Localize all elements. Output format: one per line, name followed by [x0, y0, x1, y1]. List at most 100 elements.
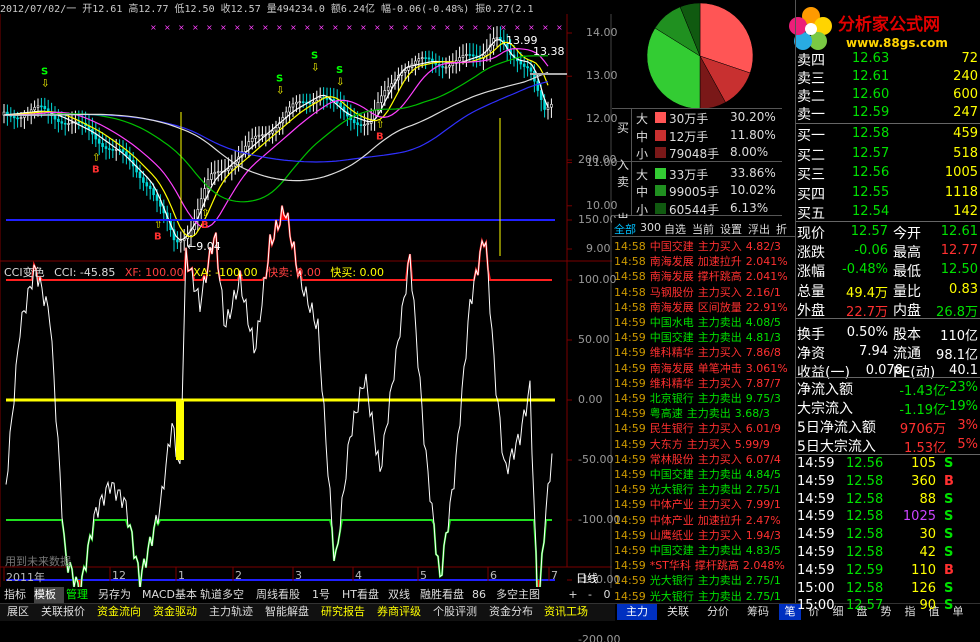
menu-item[interactable]: 资金分布 [484, 604, 538, 620]
radar-tab[interactable]: 当前 [692, 221, 714, 237]
right-panel-tab[interactable]: 主力 [617, 604, 657, 620]
radar-stock-name: 光大银行 [649, 574, 694, 588]
radar-signal-value: 2.041% [745, 255, 788, 269]
radar-row[interactable]: 14:59 北京银行 主力卖出 9.75/3 [614, 390, 795, 405]
radar-signal-type: 主力买入 [697, 376, 742, 390]
radar-tab[interactable]: 折 [776, 221, 787, 237]
radar-signal-type: 区间放量 [697, 300, 742, 314]
template-tab[interactable]: 管理 [66, 587, 96, 603]
radar-row[interactable]: 14:59 中国交建 主力卖出 4.84/5 [614, 466, 795, 481]
radar-stock-name: 南海发展 [649, 361, 694, 375]
radar-row[interactable]: 14:58 南海发展 区间放量 22.91% [614, 299, 795, 314]
tick-price: 12.56 [846, 456, 884, 471]
cci-green-line [6, 517, 552, 588]
template-tab[interactable]: 86 [472, 587, 494, 603]
function-menu-bar: 展区 关联报价 资金流向 资金驱动 主力轨迹 智能解盘 研究报告 券商评级 个股评测 资金分布 资讯… [0, 603, 615, 621]
zoom-control-button[interactable]: - [583, 588, 597, 601]
radar-row[interactable]: 14:59 民生银行 主力买入 6.01/9 [614, 420, 795, 435]
template-tab[interactable]: 周线看股 [256, 587, 310, 603]
template-tab[interactable]: 融胜看盘 [420, 587, 470, 603]
radar-time: 14:59 [614, 574, 646, 588]
menu-item[interactable]: 资讯工场 [540, 604, 592, 620]
menu-item[interactable]: 券商评级 [372, 604, 426, 620]
quote-value: 12.57 [850, 224, 888, 239]
menu-item[interactable]: 智能解盘 [260, 604, 314, 620]
radar-time: 14:59 [614, 422, 646, 436]
radar-row[interactable]: 14:59 *ST华科 撑杆跳高 2.048% [614, 557, 795, 572]
radar-signal-type: 撑杆跳高 [697, 270, 742, 284]
menu-item[interactable]: 主力轨迹 [204, 604, 258, 620]
price-tick-label: 10.00 [586, 198, 618, 212]
signal-cross-icon: × [220, 23, 227, 32]
radar-row[interactable]: 14:59 南海发展 单笔冲击 3.061% [614, 360, 795, 375]
radar-row[interactable]: 14:59 维科精华 主力买入 7.87/7 [614, 375, 795, 390]
radar-signal-value: 2.75/1 [745, 574, 781, 588]
radar-row[interactable]: 14:59 粤高速 主力卖出 3.68/3 [614, 405, 795, 420]
radar-row[interactable]: 14:59 中国交建 主力卖出 4.83/5 [614, 542, 795, 557]
template-tab[interactable]: HT看盘 [342, 587, 386, 603]
quote-divider [795, 377, 980, 378]
tick-time: 14:59 [797, 456, 835, 471]
zoom-control-button[interactable]: + [566, 588, 580, 601]
template-tab[interactable]: 轨道多空 [200, 587, 254, 603]
radar-row[interactable]: 14:59 中国交建 主力卖出 4.81/3 [614, 329, 795, 344]
flow-table-divider [631, 108, 632, 215]
template-tab-bar: 指标 模板 管理 另存为 MACD基本 轨道多空 周线看股 1号 HT看盘 双线 融胜看盘 86 多空主… [0, 587, 575, 603]
template-tab[interactable]: 多空主图 [496, 587, 546, 603]
radar-row[interactable]: 14:59 中体产业 加速拉升 2.47% [614, 512, 795, 527]
quote-label: 换手 [797, 327, 825, 343]
menu-item[interactable]: 研究报告 [316, 604, 370, 620]
radar-row[interactable]: 14:59 光大银行 主力卖出 2.75/1 [614, 572, 795, 587]
menu-item[interactable]: 关联报价 [36, 604, 90, 620]
right-panel-tab[interactable]: 分价 [699, 604, 737, 620]
radar-row[interactable]: 14:58 马钢股份 主力买入 2.16/1 [614, 284, 795, 299]
quote-label: 量比 [893, 283, 921, 300]
template-tab[interactable]: 模板 [34, 587, 64, 603]
radar-signal-type: 加速拉升 [697, 255, 742, 269]
radar-row[interactable]: 14:59 光大银行 主力卖出 2.75/1 [614, 588, 795, 603]
menu-item[interactable]: 资金流向 [92, 604, 146, 620]
radar-stock-name: 中国水电 [649, 316, 694, 329]
template-tab[interactable]: 1号 [312, 587, 340, 603]
radar-signal-type: 主力买入 [686, 437, 731, 451]
radar-tab[interactable]: 浮出 [748, 221, 770, 237]
radar-row[interactable]: 14:59 光大银行 主力卖出 2.75/1 [614, 481, 795, 496]
right-panel-tab[interactable]: 关联 [659, 604, 697, 620]
template-tab[interactable]: 指标 [4, 587, 32, 603]
menu-item[interactable]: 展区 [2, 604, 34, 620]
period-label[interactable]: 日线 [576, 570, 598, 586]
radar-row[interactable]: 14:59 常林股份 主力买入 6.07/4 [614, 451, 795, 466]
template-tab[interactable]: 另存为 [98, 587, 140, 603]
flow-percent: 6.13% [730, 200, 769, 215]
tick-volume: 30 [919, 527, 936, 543]
radar-tab[interactable]: 自选 [664, 221, 686, 237]
radar-row[interactable]: 14:59 山鹰纸业 主力买入 1.94/3 [614, 527, 795, 542]
radar-tab[interactable]: 设置 [720, 221, 742, 237]
menu-item[interactable]: 个股评测 [428, 604, 482, 620]
radar-row[interactable]: 14:58 南海发展 撑杆跳高 2.041% [614, 268, 795, 283]
radar-signal-value: 9.75/3 [745, 392, 781, 405]
kline-chart-area[interactable]: S⇩ S⇩S⇩ S⇩⇧B⇧B⇧B⇧B× × × × × × × × × × × × × × × × × × × × × × × ×… [0, 0, 612, 588]
radar-row[interactable]: 14:59 中国水电 主力卖出 4.08/5 [614, 314, 795, 329]
flow-size-label: 中 [636, 185, 649, 199]
radar-stock-name: 中国交建 [649, 544, 694, 557]
radar-row[interactable]: 14:58 南海发展 加速拉升 2.041% [614, 253, 795, 268]
radar-row[interactable]: 14:59 大东方 主力买入 5.99/9 [614, 436, 795, 451]
capital-label: 5日大宗流入 [797, 439, 876, 455]
radar-stock-name: 粤高速 [649, 407, 683, 421]
radar-row[interactable]: 14:59 维科精华 主力买入 7.86/8 [614, 344, 795, 359]
buy-arrow-icon: ⇧ [376, 120, 384, 131]
menu-item[interactable]: 资金驱动 [148, 604, 202, 620]
logo-brand-text: 分析家公式网 [838, 15, 940, 35]
right-panel-tab[interactable]: 筹码 [739, 604, 777, 620]
cci-xf: XF: 100.00 [124, 266, 184, 279]
cci-tick-label: 100.00 [578, 273, 617, 286]
radar-tab[interactable]: 全部 [614, 221, 636, 237]
radar-tab[interactable]: 300 [640, 221, 661, 234]
radar-row[interactable]: 14:59 中体产业 主力买入 7.99/1 [614, 496, 795, 511]
zoom-control-button[interactable]: 0 [600, 588, 614, 601]
radar-row[interactable]: 14:58 中国交建 主力买入 4.82/3 [614, 238, 795, 253]
template-tab[interactable]: MACD基本 [142, 587, 198, 603]
radar-stock-name: 中国交建 [649, 331, 694, 345]
template-tab[interactable]: 双线 [388, 587, 418, 603]
